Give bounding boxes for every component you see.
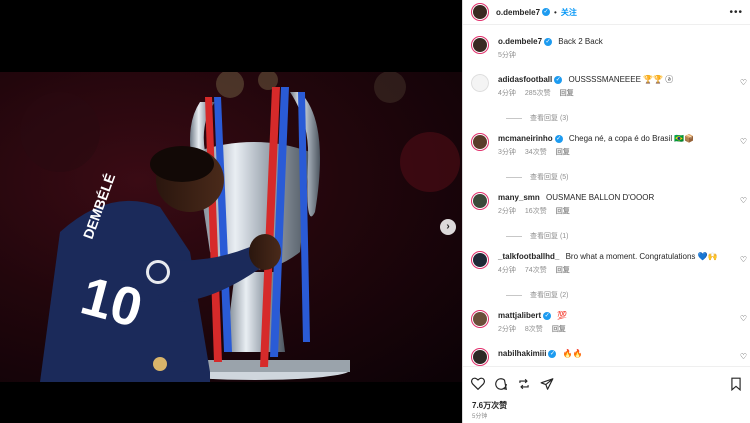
post-action-bar — [463, 366, 750, 400]
like-comment-heart-icon[interactable]: ♡ — [740, 352, 747, 361]
verified-badge-icon: ✓ — [548, 349, 557, 358]
next-media-button[interactable]: › — [440, 219, 456, 235]
comment-time: 3分钟 — [498, 149, 516, 156]
comment-item: nabilhakimiii ✓ 🔥🔥 ♡ — [471, 348, 749, 366]
comment-item: _talkfootballhd_ Bro what a moment. Cong… — [471, 251, 749, 276]
separator-dot: • — [554, 7, 557, 17]
view-replies-link[interactable]: 查看回复 (1) — [506, 231, 569, 241]
instagram-post-viewer: 10 DEMBÉLÉ › o.dembele7 ✓ • 关注 ••• o.dem… — [0, 0, 750, 423]
comments-list: o.dembele7 ✓ Back 2 Back 5分钟 adidasfootba… — [463, 26, 750, 366]
commenter-avatar[interactable] — [471, 310, 489, 328]
comment-item: many_smn OUSMANE BALLON D'OOOR 2分钟 16次赞 回复… — [471, 192, 749, 217]
comment-item: mattjalibert ✓ 💯 2分钟 8次赞 回复 ♡ — [471, 310, 749, 335]
commenter-username[interactable]: mattjalibert — [498, 311, 541, 320]
bookmark-icon[interactable] — [729, 377, 743, 391]
reply-button[interactable]: 回复 — [560, 90, 574, 97]
photo-illustration: 10 DEMBÉLÉ — [20, 72, 460, 382]
post-timestamp: 5分钟 — [472, 414, 488, 420]
like-heart-icon[interactable] — [471, 377, 485, 391]
post-header: o.dembele7 ✓ • 关注 ••• — [463, 0, 750, 25]
reply-button[interactable]: 回复 — [552, 326, 566, 333]
commenter-avatar[interactable] — [471, 251, 489, 269]
commenter-avatar[interactable] — [471, 348, 489, 366]
reply-button[interactable]: 回复 — [556, 267, 570, 274]
comment-time: 4分钟 — [498, 267, 516, 274]
post-caption: o.dembele7 ✓ Back 2 Back 5分钟 — [471, 36, 743, 61]
comment-text: Chega né, a copa é do Brasil 🇧🇷📦 — [568, 134, 695, 143]
comment-item: adidasfootball ✓ OUSSSSMANEEEE 🏆🏆 ⓐ 4分钟 28… — [471, 74, 749, 99]
caption-username[interactable]: o.dembele7 — [498, 37, 542, 46]
commenter-username[interactable]: _talkfootballhd_ — [498, 252, 559, 261]
comment-likes[interactable]: 8次赞 — [525, 326, 543, 333]
media-pane: 10 DEMBÉLÉ › — [0, 0, 462, 423]
comment-likes[interactable]: 16次赞 — [525, 208, 547, 215]
commenter-avatar[interactable] — [471, 192, 489, 210]
like-comment-heart-icon[interactable]: ♡ — [740, 78, 747, 87]
view-replies-link[interactable]: 查看回复 (5) — [506, 172, 569, 182]
share-send-icon[interactable] — [540, 377, 554, 391]
comment-likes[interactable]: 34次赞 — [525, 149, 547, 156]
view-replies-link[interactable]: 查看回复 (3) — [506, 113, 569, 123]
like-comment-heart-icon[interactable]: ♡ — [740, 137, 747, 146]
comment-time: 2分钟 — [498, 208, 516, 215]
follow-button[interactable]: 关注 — [561, 7, 577, 18]
like-count[interactable]: 7.6万次赞 — [472, 400, 507, 411]
commenter-avatar[interactable] — [471, 74, 489, 92]
verified-badge-icon: ✓ — [542, 8, 551, 16]
like-comment-heart-icon[interactable]: ♡ — [740, 196, 747, 205]
comment-bubble-icon[interactable] — [494, 377, 508, 391]
verified-badge-icon: ✓ — [554, 134, 563, 143]
commenter-username[interactable]: nabilhakimiii — [498, 349, 546, 358]
comment-text: 🔥🔥 — [562, 349, 583, 358]
comment-text: OUSMANE BALLON D'OOOR — [546, 193, 655, 202]
more-options-icon[interactable]: ••• — [729, 7, 743, 18]
author-avatar[interactable] — [471, 3, 489, 21]
repost-icon[interactable] — [517, 377, 531, 391]
comment-likes[interactable]: 74次赞 — [525, 267, 547, 274]
caption-avatar[interactable] — [471, 36, 489, 54]
comment-text: 💯 — [557, 311, 568, 320]
verified-badge-icon: ✓ — [543, 311, 552, 320]
caption-time: 5分钟 — [498, 52, 516, 59]
view-replies-link[interactable]: 查看回复 (2) — [506, 290, 569, 300]
like-comment-heart-icon[interactable]: ♡ — [740, 255, 747, 264]
author-username[interactable]: o.dembele7 — [496, 8, 540, 17]
commenter-avatar[interactable] — [471, 133, 489, 151]
verified-badge-icon: ✓ — [544, 37, 553, 46]
comment-likes[interactable]: 285次赞 — [525, 90, 551, 97]
post-photo[interactable]: 10 DEMBÉLÉ — [0, 72, 462, 382]
comment-text: Bro what a moment. Congratulations 💙🙌 — [565, 252, 718, 261]
commenter-username[interactable]: adidasfootball — [498, 75, 552, 84]
comment-item: mcmaneirinho ✓ Chega né, a copa é do Bras… — [471, 133, 749, 158]
comments-panel: o.dembele7 ✓ • 关注 ••• o.dembele7 ✓ Back 2… — [462, 0, 750, 423]
caption-text: Back 2 Back — [558, 37, 603, 46]
comment-time: 4分钟 — [498, 90, 516, 97]
reply-button[interactable]: 回复 — [556, 149, 570, 156]
like-comment-heart-icon[interactable]: ♡ — [740, 314, 747, 323]
verified-badge-icon: ✓ — [554, 75, 563, 84]
commenter-username[interactable]: mcmaneirinho — [498, 134, 553, 143]
commenter-username[interactable]: many_smn — [498, 193, 540, 202]
comment-time: 2分钟 — [498, 326, 516, 333]
reply-button[interactable]: 回复 — [556, 208, 570, 215]
comment-text: OUSSSSMANEEEE 🏆🏆 ⓐ — [568, 75, 674, 84]
